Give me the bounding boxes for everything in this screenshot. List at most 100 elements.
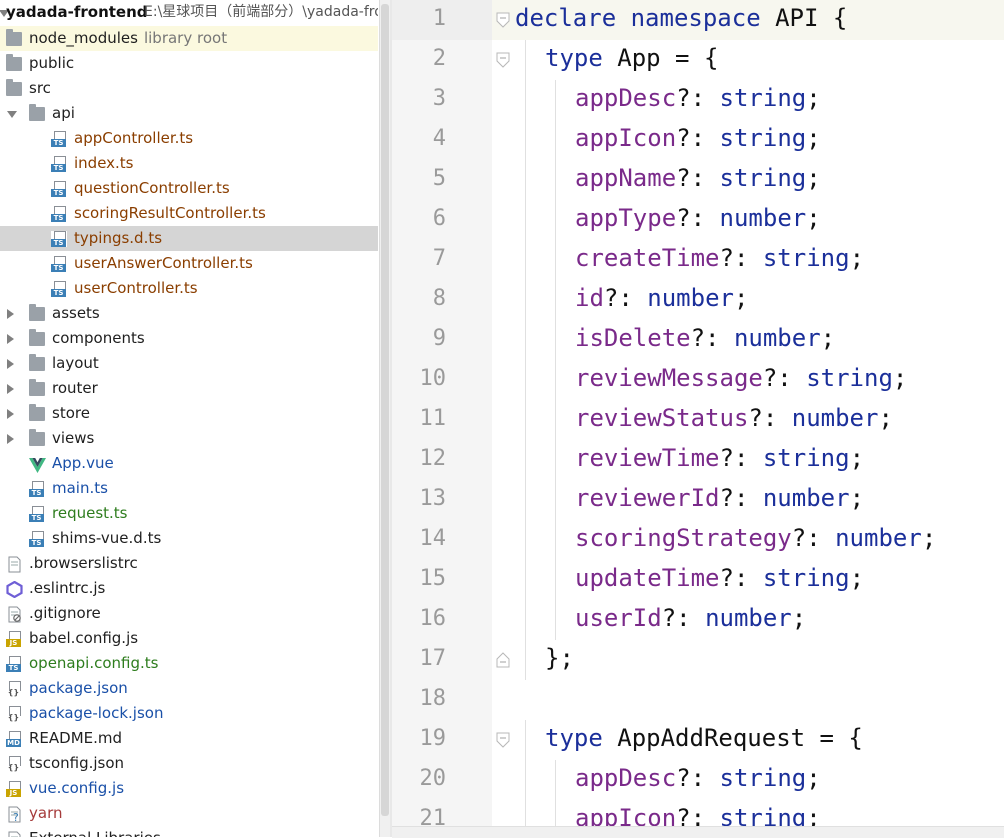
- collapse-arrow-icon[interactable]: [7, 111, 17, 118]
- editor-horizontal-scrollbar[interactable]: [392, 826, 1004, 838]
- tree-item-vue-config-js[interactable]: JS vue.config.js: [0, 776, 378, 801]
- line-number[interactable]: 18: [392, 686, 447, 711]
- code-line[interactable]: updateTime?: string;: [575, 564, 864, 592]
- code-line[interactable]: type AppAddRequest = {: [545, 724, 863, 752]
- tree-item-questioncontroller-ts[interactable]: TS questionController.ts: [0, 176, 378, 201]
- tree-item-node-modules[interactable]: node_modules library root: [0, 26, 378, 51]
- code-line[interactable]: };: [545, 644, 574, 672]
- tree-item-label: .browserslistrc: [29, 554, 138, 572]
- code-line[interactable]: appDesc?: string;: [575, 84, 821, 112]
- tree-item-browserslistrc[interactable]: .browserslistrc: [0, 551, 378, 576]
- code-line[interactable]: reviewStatus?: number;: [575, 404, 893, 432]
- tree-item-store[interactable]: store: [0, 401, 378, 426]
- typescript-file-icon: TS: [51, 281, 67, 297]
- tree-item-external-libraries[interactable]: External Libraries: [0, 826, 378, 837]
- line-number[interactable]: 9: [392, 326, 446, 351]
- fold-end-icon[interactable]: [495, 652, 511, 668]
- code-line[interactable]: appDesc?: string;: [575, 764, 821, 792]
- tree-item-package-lock-json[interactable]: {} package-lock.json: [0, 701, 378, 726]
- code-token: ?:: [762, 364, 807, 392]
- tree-item-typings-d-ts[interactable]: TS typings.d.ts: [0, 226, 378, 251]
- tree-item-router[interactable]: router: [0, 376, 378, 401]
- line-number[interactable]: 7: [392, 246, 446, 271]
- tree-item-components[interactable]: components: [0, 326, 378, 351]
- line-number[interactable]: 19: [392, 726, 447, 751]
- tree-item-assets[interactable]: assets: [0, 301, 378, 326]
- tree-item-request-ts[interactable]: TS request.ts: [0, 501, 378, 526]
- code-line[interactable]: isDelete?: number;: [575, 324, 835, 352]
- expand-arrow-icon[interactable]: [7, 384, 14, 394]
- line-number[interactable]: 12: [392, 446, 447, 471]
- tree-item-shims-vue-d-ts[interactable]: TS shims-vue.d.ts: [0, 526, 378, 551]
- project-root-path: E:\星球项目（前端部分）\yadada-fro: [144, 4, 378, 20]
- line-number[interactable]: 11: [392, 406, 447, 431]
- line-number[interactable]: 17: [392, 646, 447, 671]
- tree-item-app-vue[interactable]: App.vue: [0, 451, 378, 476]
- tree-item-openapi-config-ts[interactable]: TS openapi.config.ts: [0, 651, 378, 676]
- code-token: ?:: [661, 604, 706, 632]
- code-line[interactable]: userId?: number;: [575, 604, 806, 632]
- line-number[interactable]: 14: [392, 526, 447, 551]
- expand-arrow-icon[interactable]: [7, 309, 14, 319]
- tree-item-scoringresultcontroller-ts[interactable]: TS scoringResultController.ts: [0, 201, 378, 226]
- line-number[interactable]: 10: [392, 366, 447, 391]
- tree-root[interactable]: yadada-frontend E:\星球项目（前端部分）\yadada-fro: [0, 0, 378, 26]
- line-number[interactable]: 16: [392, 606, 447, 631]
- tree-item-eslintrc-js[interactable]: .eslintrc.js: [0, 576, 378, 601]
- fold-collapse-icon[interactable]: [495, 12, 511, 28]
- project-root-name: yadada-frontend: [6, 3, 148, 21]
- tree-item-label: yarn: [29, 804, 63, 822]
- tree-item-yarn[interactable]: ? yarn: [0, 801, 378, 826]
- tree-item-label: router: [52, 379, 98, 397]
- line-number[interactable]: 13: [392, 486, 447, 511]
- code-token: ;: [806, 124, 821, 152]
- tree-item-views[interactable]: views: [0, 426, 378, 451]
- tree-item-src[interactable]: src: [0, 76, 378, 101]
- tree-item-tsconfig-json[interactable]: {} tsconfig.json: [0, 751, 378, 776]
- code-line[interactable]: declare namespace API {: [515, 4, 847, 32]
- code-line[interactable]: reviewerId?: number;: [575, 484, 864, 512]
- code-line[interactable]: appName?: string;: [575, 164, 821, 192]
- expand-arrow-icon[interactable]: [7, 409, 14, 419]
- line-number[interactable]: 3: [392, 86, 446, 111]
- expand-arrow-icon[interactable]: [7, 434, 14, 444]
- line-number[interactable]: 1: [392, 6, 446, 31]
- code-editor[interactable]: 1 declare namespace API { 2 type App = { 3 ap…: [392, 0, 1004, 837]
- line-number[interactable]: 2: [392, 46, 446, 71]
- code-line[interactable]: appType?: number;: [575, 204, 821, 232]
- tree-item-useranswercontroller-ts[interactable]: TS userAnswerController.ts: [0, 251, 378, 276]
- tree-item-appcontroller-ts[interactable]: TS appController.ts: [0, 126, 378, 151]
- tree-item-layout[interactable]: layout: [0, 351, 378, 376]
- tree-item-readme-md[interactable]: MD README.md: [0, 726, 378, 751]
- tree-item-babel-config-js[interactable]: JS babel.config.js: [0, 626, 378, 651]
- fold-collapse-icon[interactable]: [495, 52, 511, 68]
- tree-item-index-ts[interactable]: TS index.ts: [0, 151, 378, 176]
- tree-item-label: scoringResultController.ts: [74, 204, 266, 222]
- line-number[interactable]: 15: [392, 566, 447, 591]
- line-number[interactable]: 8: [392, 286, 446, 311]
- code-line[interactable]: scoringStrategy?: number;: [575, 524, 936, 552]
- code-line[interactable]: id?: number;: [575, 284, 748, 312]
- code-line[interactable]: reviewMessage?: string;: [575, 364, 907, 392]
- code-line[interactable]: type App = {: [545, 44, 718, 72]
- code-line[interactable]: createTime?: string;: [575, 244, 864, 272]
- tree-item-public[interactable]: public: [0, 51, 378, 76]
- tree-item-main-ts[interactable]: TS main.ts: [0, 476, 378, 501]
- line-number[interactable]: 4: [392, 126, 446, 151]
- expand-arrow-icon[interactable]: [7, 359, 14, 369]
- line-number[interactable]: 6: [392, 206, 446, 231]
- line-number[interactable]: 5: [392, 166, 446, 191]
- indent-guide: [525, 200, 526, 240]
- tree-item-gitignore[interactable]: .gitignore: [0, 601, 378, 626]
- tree-scrollbar-thumb[interactable]: [381, 4, 389, 816]
- expand-arrow-icon[interactable]: [7, 334, 14, 344]
- code-line[interactable]: reviewTime?: string;: [575, 444, 864, 472]
- code-line[interactable]: appIcon?: string;: [575, 124, 821, 152]
- tree-item-package-json[interactable]: {} package.json: [0, 676, 378, 701]
- tree-item-api[interactable]: api: [0, 101, 378, 126]
- tree-item-label: public: [29, 54, 75, 72]
- fold-collapse-icon[interactable]: [495, 732, 511, 748]
- tree-item-label: index.ts: [74, 154, 134, 172]
- line-number[interactable]: 20: [392, 766, 447, 791]
- tree-item-usercontroller-ts[interactable]: TS userController.ts: [0, 276, 378, 301]
